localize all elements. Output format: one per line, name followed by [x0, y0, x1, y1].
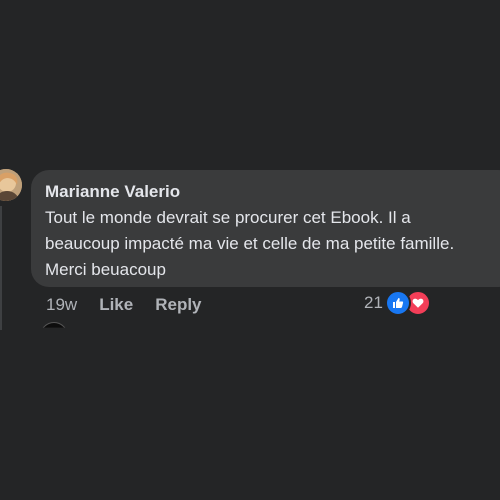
comment-author[interactable]: Marianne Valerio — [45, 181, 500, 202]
comment-bubble: Marianne Valerio Tout le monde devrait s… — [31, 170, 500, 287]
comment-text: Tout le monde devrait se procurer cet Eb… — [45, 208, 455, 279]
comment-actions: 19w Like Reply — [46, 293, 224, 317]
comment-thread: Marianne Valerio Tout le monde devrait s… — [0, 0, 500, 500]
reaction-summary[interactable]: 21 — [364, 290, 431, 316]
avatar[interactable] — [0, 169, 22, 201]
like-icon — [384, 290, 411, 316]
reply-avatar — [40, 322, 68, 328]
comment-timestamp[interactable]: 19w — [46, 295, 77, 315]
like-button[interactable]: Like — [99, 295, 133, 315]
reaction-count: 21 — [364, 293, 383, 312]
thread-line — [0, 206, 2, 330]
reply-button[interactable]: Reply — [155, 295, 201, 315]
